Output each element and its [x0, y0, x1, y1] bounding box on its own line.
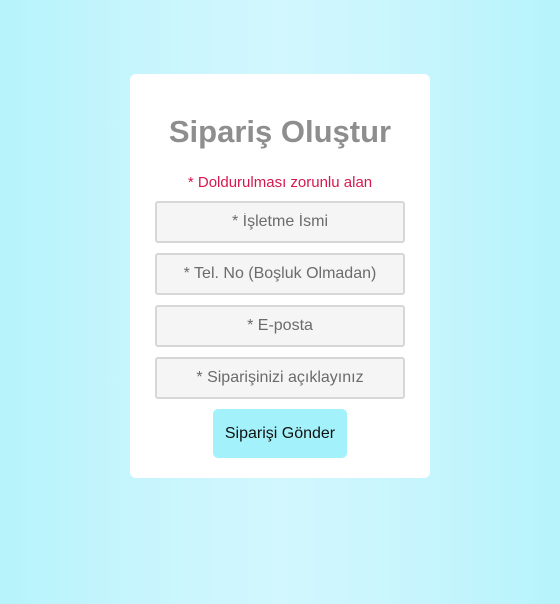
- page-title: Sipariş Oluştur: [168, 114, 392, 149]
- required-field-note: * Doldurulması zorunlu alan: [187, 174, 373, 191]
- order-description-input[interactable]: [155, 357, 405, 399]
- email-input[interactable]: [155, 305, 405, 347]
- business-name-input[interactable]: [155, 201, 405, 243]
- phone-number-input[interactable]: [155, 253, 405, 295]
- submit-order-button[interactable]: Siparişi Gönder: [213, 409, 347, 458]
